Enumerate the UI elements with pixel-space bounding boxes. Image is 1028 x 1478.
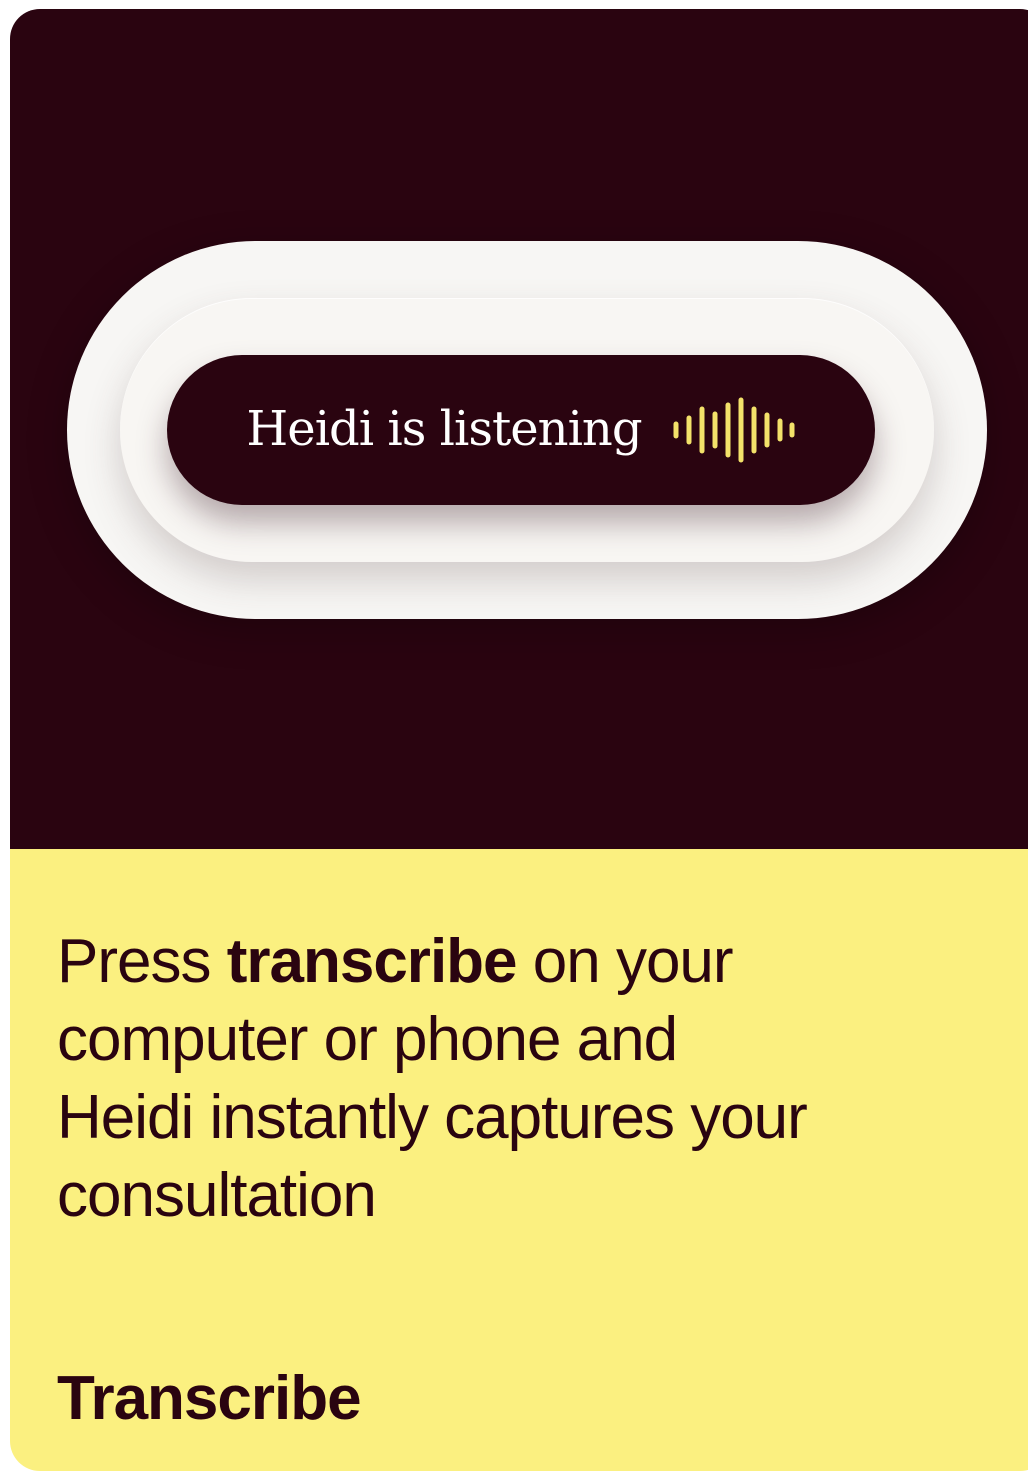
transcribe-link[interactable]: Transcribe	[57, 1363, 362, 1434]
listening-indicator: Heidi is listening	[167, 355, 875, 505]
outer-pill: Heidi is listening	[67, 241, 987, 619]
description-highlight: transcribe	[226, 927, 518, 996]
feature-card: Heidi is listening Press transcribe on y…	[10, 9, 1028, 1471]
middle-pill: Heidi is listening	[120, 298, 934, 562]
description-text-start: Press	[57, 927, 227, 996]
listening-status-text: Heidi is listening	[246, 401, 642, 457]
audio-waveform-icon	[673, 397, 795, 463]
description-panel: Press transcribe on your computer or pho…	[10, 849, 1028, 1471]
feature-description: Press transcribe on your computer or pho…	[57, 923, 817, 1235]
hero-panel: Heidi is listening	[10, 9, 1028, 849]
